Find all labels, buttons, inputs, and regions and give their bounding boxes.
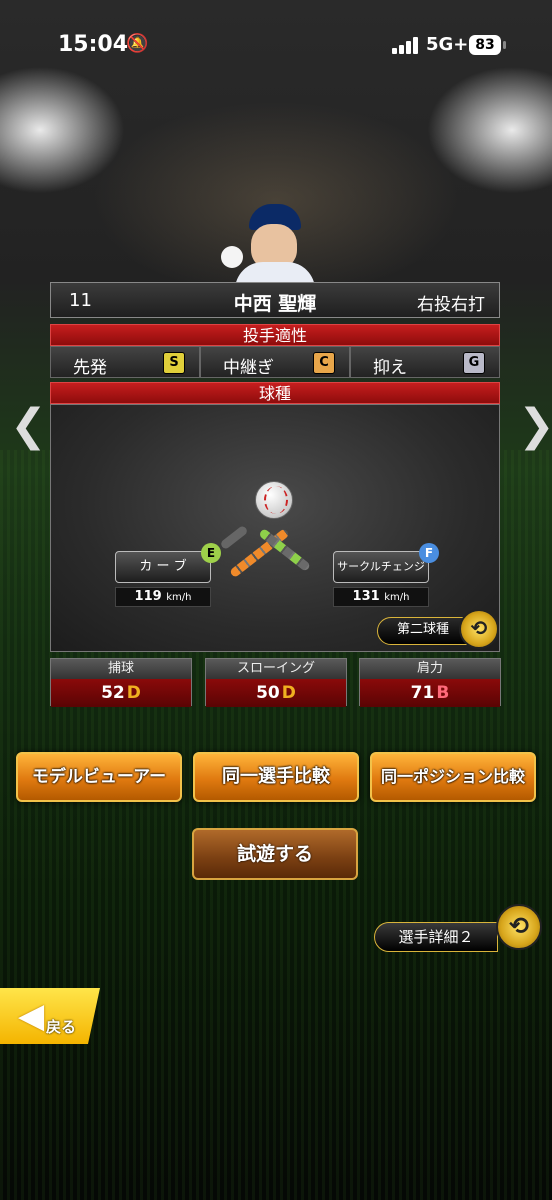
pitch-arm-left-tail xyxy=(219,524,249,551)
grade-badge: G xyxy=(463,352,485,374)
stat-catching: 捕球 52 D xyxy=(50,658,192,707)
pitch-panel: カ ー ブ E 119 km/h サークルチェンジ F 131 km/h 第二球… xyxy=(50,404,500,652)
model-viewer-button[interactable]: モデルビューアー xyxy=(16,752,182,802)
signal-icon xyxy=(392,36,422,54)
chevron-right-icon[interactable]: ❯ xyxy=(518,400,552,451)
player-detail2-tab[interactable]: 選手詳細２ xyxy=(374,922,498,952)
pitch-speed: 131 km/h xyxy=(333,587,429,607)
stat-throwing: スローイング 50 D xyxy=(205,658,347,707)
battery-tip xyxy=(503,41,506,49)
network-label: 5G+ xyxy=(426,34,469,55)
player-info-bar: 11 中西 聖輝 右投右打 xyxy=(50,282,500,318)
status-time: 15:04 xyxy=(58,32,129,57)
throw-bat: 右投右打 xyxy=(417,295,485,315)
aptitude-row: 先発 S 中継ぎ C 抑え G xyxy=(50,346,500,378)
stat-label: 肩力 xyxy=(360,659,500,679)
pitch-grade-badge: E xyxy=(201,543,221,563)
aptitude-label: 抑え xyxy=(373,358,407,378)
same-player-compare-button[interactable]: 同一選手比較 xyxy=(193,752,359,802)
trial-button[interactable]: 試遊する xyxy=(192,828,358,880)
same-position-compare-button[interactable]: 同一ポジション比較 xyxy=(370,752,536,802)
chevron-left-icon[interactable]: ❮ xyxy=(10,400,47,451)
grade-badge: S xyxy=(163,352,185,374)
player-portrait xyxy=(215,200,335,290)
aptitude-starter: 先発 S xyxy=(50,346,200,378)
stat-label: スローイング xyxy=(206,659,346,679)
aptitude-header: 投手適性 xyxy=(50,324,500,346)
pitch-grade-badge: F xyxy=(419,543,439,563)
grade-badge: C xyxy=(313,352,335,374)
stat-value: 50 D xyxy=(206,679,346,707)
pitch-types-header: 球種 xyxy=(50,382,500,404)
swap-icon[interactable]: ⟲ xyxy=(496,904,542,950)
second-pitch-tab[interactable]: 第二球種 xyxy=(377,617,469,645)
swap-icon[interactable]: ⟲ xyxy=(459,609,499,649)
back-arrow-icon: ◀ xyxy=(18,996,45,1036)
stat-value: 52 D xyxy=(51,679,191,707)
aptitude-label: 先発 xyxy=(73,358,107,378)
status-bar: 15:04 🔕 5G+ 83 xyxy=(0,0,552,90)
baseball-icon xyxy=(255,481,293,519)
aptitude-closer: 抑え G xyxy=(350,346,500,378)
stat-value: 71 B xyxy=(360,679,500,707)
pitch-curve-button[interactable]: カ ー ブ xyxy=(115,551,211,583)
back-label: 戻る xyxy=(46,1018,77,1036)
ball-in-hand xyxy=(221,246,243,268)
bell-muted-icon: 🔕 xyxy=(126,33,149,54)
aptitude-label: 中継ぎ xyxy=(223,358,274,378)
pitch-circle-change-button[interactable]: サークルチェンジ xyxy=(333,551,429,583)
pitch-speed: 119 km/h xyxy=(115,587,211,607)
battery-icon: 83 xyxy=(469,35,501,55)
back-button[interactable]: ◀ 戻る xyxy=(0,988,100,1044)
stat-label: 捕球 xyxy=(51,659,191,679)
aptitude-middle: 中継ぎ C xyxy=(200,346,350,378)
stat-arm-strength: 肩力 71 B xyxy=(359,658,501,707)
